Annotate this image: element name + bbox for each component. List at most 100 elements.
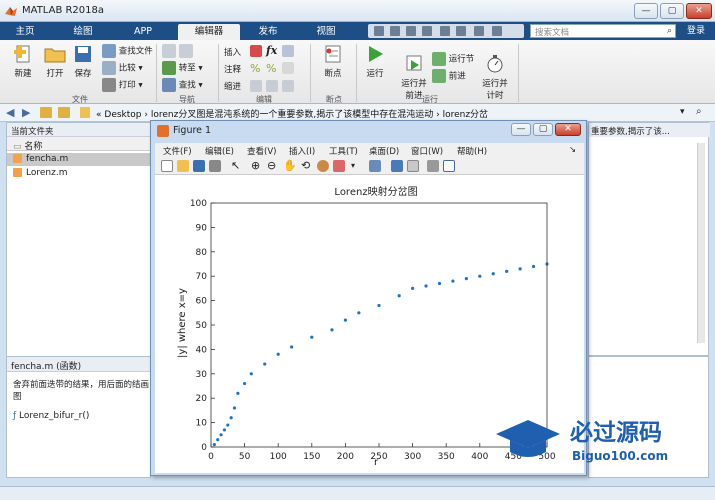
tab-view[interactable]: 视图 bbox=[304, 24, 348, 40]
tab-editor[interactable]: 编辑器 bbox=[178, 24, 240, 40]
tab-apps[interactable]: APP bbox=[122, 24, 164, 40]
nav-back-forward[interactable] bbox=[162, 44, 193, 58]
name-column-header[interactable]: ▭ 名称 bbox=[7, 137, 152, 152]
cut-quick-icon[interactable] bbox=[390, 26, 400, 36]
open-file-icon[interactable] bbox=[177, 160, 189, 172]
goto-button[interactable]: 转至 ▾ bbox=[162, 61, 203, 75]
comment-percent-icon[interactable]: % bbox=[250, 62, 260, 75]
brush-icon[interactable] bbox=[333, 160, 345, 172]
save-icon bbox=[75, 46, 91, 62]
current-path[interactable]: « Desktop › lorenz分叉图是混沌系统的一个重要参数,揭示了该模型… bbox=[96, 107, 488, 120]
wrap-comments-icon[interactable] bbox=[282, 62, 294, 74]
run-and-time-button[interactable]: 运行并 计时 bbox=[478, 44, 512, 111]
data-cursor-icon[interactable] bbox=[317, 160, 329, 172]
menu-desktop[interactable]: 桌面(D) bbox=[369, 145, 399, 157]
new-figure-icon[interactable] bbox=[161, 160, 173, 172]
function-item[interactable]: ƒ Lorenz_bifur_r() bbox=[13, 411, 89, 421]
find-files-button[interactable]: 查找文件 bbox=[102, 44, 153, 58]
save-figure-icon[interactable] bbox=[193, 160, 205, 172]
new-button[interactable]: 新建 bbox=[8, 44, 38, 79]
switch-windows-icon[interactable] bbox=[474, 26, 484, 36]
figure-minimize-button[interactable]: — bbox=[511, 123, 531, 136]
help-quick-icon[interactable] bbox=[492, 26, 502, 36]
fx-button[interactable]: fx bbox=[266, 44, 277, 57]
compare-button[interactable]: 比较 ▾ bbox=[102, 61, 143, 75]
maximize-button[interactable]: ▢ bbox=[660, 3, 684, 19]
hide-tools-icon[interactable] bbox=[427, 160, 439, 172]
find-button[interactable]: 查找 ▾ bbox=[162, 78, 203, 92]
print-button[interactable]: 打印 ▾ bbox=[102, 78, 143, 92]
save-quick-icon[interactable] bbox=[374, 26, 384, 36]
minimize-button[interactable]: — bbox=[634, 3, 658, 19]
zoom-out-icon[interactable]: ⊖ bbox=[267, 160, 279, 172]
run-button[interactable]: 运行 bbox=[360, 44, 390, 79]
browse-folder-icon[interactable] bbox=[58, 107, 70, 118]
menu-view[interactable]: 查看(V) bbox=[247, 145, 276, 157]
menu-help[interactable]: 帮助(H) bbox=[457, 145, 487, 157]
menu-dock-icon[interactable]: ↘ bbox=[569, 145, 576, 155]
path-search-icon[interactable]: ⌕ bbox=[696, 106, 702, 117]
back-arrow-icon[interactable]: ◀ bbox=[6, 106, 14, 119]
path-dropdown-icon[interactable]: ▾ bbox=[680, 107, 685, 117]
colorbar-icon[interactable] bbox=[391, 160, 403, 172]
menu-file[interactable]: 文件(F) bbox=[163, 145, 192, 157]
copy-quick-icon[interactable] bbox=[406, 26, 416, 36]
path-desktop[interactable]: Desktop bbox=[104, 110, 141, 120]
tab-home[interactable]: 主页 bbox=[4, 24, 46, 40]
file-item-lorenz[interactable]: Lorenz.m bbox=[7, 167, 152, 180]
editor-scrollbar[interactable] bbox=[697, 143, 705, 343]
menu-tools[interactable]: 工具(T) bbox=[329, 145, 358, 157]
figure-close-button[interactable]: ✕ bbox=[555, 123, 581, 136]
show-tools-icon[interactable] bbox=[443, 160, 455, 172]
close-button[interactable]: ✕ bbox=[686, 3, 712, 19]
menu-insert[interactable]: 插入(I) bbox=[289, 145, 315, 157]
insert-function-icon[interactable] bbox=[282, 45, 294, 57]
search-icon[interactable]: ⌕ bbox=[667, 26, 672, 36]
indent-left-icon[interactable] bbox=[282, 80, 294, 92]
run-section-button[interactable]: 运行节 bbox=[432, 52, 474, 66]
search-docs-input[interactable]: 搜索文档 ⌕ bbox=[530, 24, 676, 38]
rotate-icon[interactable]: ⟲ bbox=[301, 160, 313, 172]
login-button[interactable]: 登录 bbox=[680, 24, 712, 38]
advance-button[interactable]: 前进 bbox=[432, 69, 466, 83]
editor-tab-title[interactable]: 重要参数,揭示了该... bbox=[589, 123, 710, 137]
file-item-fencha[interactable]: fencha.m bbox=[7, 153, 152, 166]
data-point bbox=[491, 272, 495, 276]
indent-button[interactable]: 缩进 bbox=[224, 80, 241, 92]
path-folder[interactable]: lorenz分叉图是混沌系统的一个重要参数,揭示了该模型中存在混沌运动 bbox=[151, 110, 433, 120]
link-plot-icon[interactable] bbox=[369, 160, 381, 172]
figure-maximize-button[interactable]: ▢ bbox=[533, 123, 553, 136]
x-tick-label: 250 bbox=[370, 452, 387, 462]
pan-icon[interactable]: ✋ bbox=[283, 160, 297, 172]
path-overflow[interactable]: « bbox=[96, 110, 102, 120]
data-point bbox=[451, 279, 455, 283]
print-figure-icon[interactable] bbox=[209, 160, 221, 172]
insert-section-icon[interactable] bbox=[250, 45, 262, 57]
insert-button[interactable]: 插入 bbox=[224, 46, 241, 58]
smart-indent-icon[interactable] bbox=[250, 80, 262, 92]
uncomment-percent-icon[interactable]: % bbox=[266, 62, 276, 75]
pointer-icon[interactable]: ↖ bbox=[231, 160, 243, 172]
menu-window[interactable]: 窗口(W) bbox=[411, 145, 443, 157]
details-title: fencha.m (函数) bbox=[7, 357, 152, 372]
tab-plots[interactable]: 绘图 bbox=[62, 24, 104, 40]
forward-arrow-icon[interactable]: ▶ bbox=[22, 106, 30, 119]
menu-edit[interactable]: 编辑(E) bbox=[205, 145, 234, 157]
zoom-in-icon[interactable]: ⊕ bbox=[251, 160, 263, 172]
redo-quick-icon[interactable] bbox=[456, 26, 466, 36]
save-button[interactable]: 保存 bbox=[68, 44, 98, 79]
up-folder-icon[interactable] bbox=[40, 107, 52, 118]
breakpoints-button[interactable]: 断点 bbox=[318, 44, 348, 79]
new-label: 新建 bbox=[14, 69, 32, 79]
path-subfolder[interactable]: lorenz分岔 bbox=[443, 110, 488, 120]
file-name: fencha.m bbox=[26, 154, 69, 164]
print-icon bbox=[102, 78, 116, 92]
tab-publish[interactable]: 发布 bbox=[246, 24, 290, 40]
undo-quick-icon[interactable] bbox=[440, 26, 450, 36]
comment-button[interactable]: 注释 bbox=[224, 63, 241, 75]
indent-right-icon[interactable] bbox=[266, 80, 278, 92]
legend-icon[interactable] bbox=[407, 160, 419, 172]
paste-quick-icon[interactable] bbox=[422, 26, 432, 36]
open-button[interactable]: 打开 bbox=[40, 44, 70, 79]
brush-dropdown-icon[interactable]: ▾ bbox=[351, 160, 363, 172]
